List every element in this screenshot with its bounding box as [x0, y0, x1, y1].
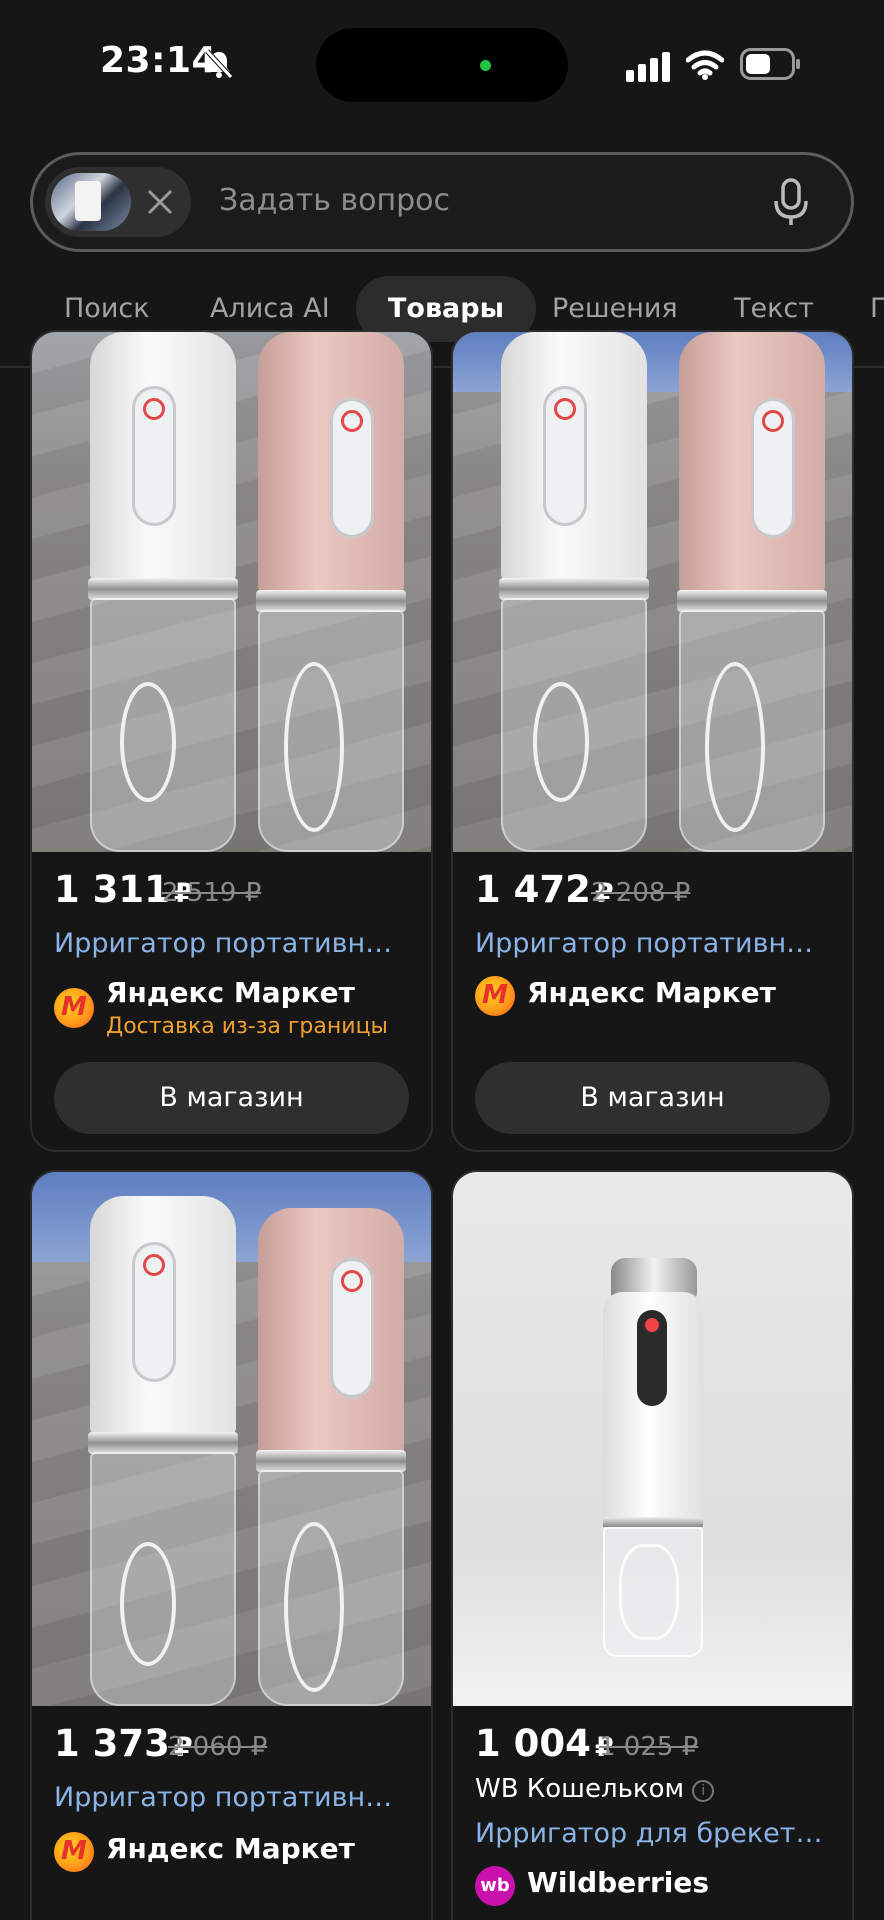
seller-name[interactable]: Wildberries	[527, 1866, 709, 1899]
go-to-store-button[interactable]: В магазин	[475, 1062, 830, 1134]
query-image-thumbnail	[51, 173, 131, 231]
product-title-link[interactable]: Ирригатор портативный для зубов	[54, 1782, 409, 1813]
product-card[interactable]: 1 472₽ 2 208 ₽ Ирригатор портативный для…	[451, 330, 854, 1152]
product-price: 1 311	[54, 868, 170, 911]
close-icon[interactable]	[145, 187, 175, 217]
go-to-store-button[interactable]: В магазин	[54, 1062, 409, 1134]
product-title-link[interactable]: Ирригатор для брекетов и зубов	[475, 1818, 830, 1849]
dynamic-island	[316, 28, 568, 102]
cellular-signal-icon	[626, 52, 670, 82]
old-price: 2 060 ₽	[168, 1732, 268, 1762]
silent-bell-icon	[205, 49, 233, 79]
info-icon[interactable]: i	[692, 1780, 715, 1802]
microphone-icon[interactable]	[771, 177, 811, 227]
product-title-link[interactable]: Ирригатор портативный для зубов	[54, 928, 409, 959]
wb-wallet-label: WB Кошельком	[475, 1774, 685, 1804]
product-title-link[interactable]: Ирригатор портативный для зубов	[475, 928, 830, 959]
product-card[interactable]: 1 311₽ 2 519 ₽ Ирригатор портативный для…	[30, 330, 433, 1152]
old-price: 1 025 ₽	[599, 1732, 699, 1762]
seller-name[interactable]: Яндекс Маркет	[527, 976, 776, 1009]
status-bar: 23:14	[0, 0, 884, 130]
search-input[interactable]: Задать вопрос	[219, 183, 450, 218]
product-image[interactable]	[32, 1172, 431, 1706]
seller-name[interactable]: Яндекс Маркет	[106, 1832, 355, 1865]
product-price: 1 472	[475, 868, 591, 911]
seller-name[interactable]: Яндекс Маркет	[106, 976, 355, 1009]
product-image[interactable]	[32, 332, 431, 852]
status-time: 23:14	[100, 40, 218, 81]
old-price: 2 519 ₽	[162, 878, 262, 908]
delivery-note: Доставка из-за границы	[106, 1014, 388, 1039]
product-card[interactable]: 1 004 ₽ 1 025 ₽ WB Кошельком i Ирригатор д…	[451, 1170, 854, 1920]
product-image[interactable]	[453, 1172, 852, 1706]
product-image[interactable]	[453, 332, 852, 852]
product-card[interactable]: 1 373₽ 2 060 ₽ Ирригатор портативный для…	[30, 1170, 433, 1920]
product-price: 1 004	[475, 1722, 591, 1765]
wildberries-logo-icon: wb	[475, 1866, 515, 1906]
battery-icon	[740, 48, 800, 80]
image-query-chip[interactable]	[45, 167, 191, 237]
old-price: 2 208 ₽	[591, 878, 691, 908]
product-price: 1 373	[54, 1722, 170, 1765]
wifi-icon	[686, 50, 724, 80]
tab-more[interactable]: П	[870, 276, 884, 342]
yandex-market-logo-icon	[54, 1832, 94, 1872]
yandex-market-logo-icon	[54, 988, 94, 1028]
yandex-market-logo-icon	[475, 976, 515, 1016]
search-bar[interactable]: Задать вопрос	[30, 152, 854, 252]
camera-indicator-icon	[480, 60, 491, 71]
